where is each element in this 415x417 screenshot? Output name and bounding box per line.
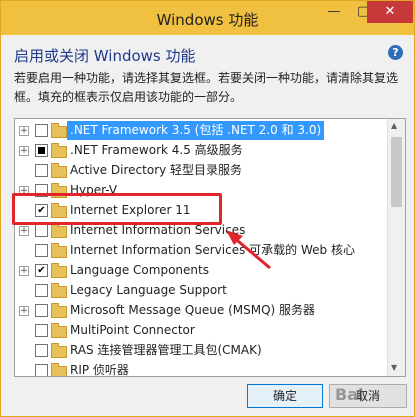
feature-label: .NET Framework 3.5 (包括 .NET 2.0 和 3.0)	[67, 121, 325, 140]
feature-checkbox[interactable]	[35, 124, 48, 137]
feature-checkbox[interactable]	[35, 144, 48, 157]
feature-label: Microsoft Message Queue (MSMQ) 服务器	[70, 303, 316, 317]
feature-checkbox[interactable]	[35, 324, 48, 337]
expand-icon[interactable]: +	[19, 306, 29, 316]
scrollbar-thumb[interactable]	[391, 137, 402, 207]
feature-label: Active Directory 轻型目录服务	[70, 163, 243, 177]
feature-checkbox[interactable]	[35, 224, 48, 237]
scroll-up-icon[interactable]: ▲	[391, 121, 397, 130]
feature-row[interactable]: + .NET Framework 4.5 高级服务	[15, 141, 387, 160]
expand-icon[interactable]: +	[19, 126, 29, 136]
expand-icon[interactable]: +	[19, 266, 29, 276]
feature-row[interactable]: Legacy Language Support	[15, 281, 387, 300]
feature-label: RAS 连接管理器管理工具包(CMAK)	[70, 343, 262, 357]
feature-label: .NET Framework 4.5 高级服务	[70, 143, 243, 157]
feature-label: Legacy Language Support	[70, 283, 227, 297]
close-button[interactable]: ✕	[367, 1, 413, 23]
dialog-description: 若要启用一种功能，请选择其复选框。若要关闭一种功能，请清除其复选框。填充的框表示…	[14, 71, 399, 104]
feature-list[interactable]: ▲ ▼ + .NET Framework 3.5 (包括 .NET 2.0 和 3…	[14, 118, 406, 377]
folder-icon	[51, 263, 67, 278]
feature-row[interactable]: Active Directory 轻型目录服务	[15, 161, 387, 180]
feature-label: MultiPoint Connector	[70, 323, 195, 337]
folder-icon	[51, 223, 67, 238]
folder-icon	[51, 343, 67, 358]
folder-icon	[51, 303, 67, 318]
highlight-box	[12, 193, 222, 225]
dialog-heading: 启用或关闭 Windows 功能	[14, 47, 196, 65]
feature-checkbox[interactable]	[35, 164, 48, 177]
feature-label: RIP 侦听器	[70, 363, 129, 377]
folder-icon	[51, 123, 67, 138]
title-bar[interactable]: Windows 功能 — ▢ ✕	[1, 1, 414, 35]
feature-checkbox[interactable]	[35, 364, 48, 376]
folder-icon	[51, 323, 67, 338]
expand-icon[interactable]: +	[19, 226, 29, 236]
feature-checkbox[interactable]	[35, 344, 48, 357]
folder-icon	[51, 283, 67, 298]
vertical-scrollbar[interactable]: ▲ ▼	[387, 119, 405, 376]
folder-icon	[51, 143, 67, 158]
feature-checkbox[interactable]	[35, 304, 48, 317]
feature-row[interactable]: Internet Information Services 可承载的 Web 核…	[15, 241, 387, 260]
expand-icon[interactable]: +	[19, 146, 29, 156]
feature-row[interactable]: + .NET Framework 3.5 (包括 .NET 2.0 和 3.0)	[15, 121, 387, 140]
feature-label: Language Components	[70, 263, 209, 277]
ok-button[interactable]: 确定	[247, 384, 323, 408]
feature-label: Internet Information Services 可承载的 Web 核…	[70, 243, 355, 257]
feature-row[interactable]: RAS 连接管理器管理工具包(CMAK)	[15, 341, 387, 360]
feature-row[interactable]: MultiPoint Connector	[15, 321, 387, 340]
feature-row[interactable]: + ✔ Language Components	[15, 261, 387, 280]
folder-icon	[51, 243, 67, 258]
scroll-down-icon[interactable]: ▼	[391, 363, 397, 372]
folder-icon	[51, 163, 67, 178]
feature-checkbox[interactable]	[35, 244, 48, 257]
feature-checkbox[interactable]: ✔	[35, 264, 48, 277]
help-icon[interactable]: ?	[388, 45, 403, 60]
feature-row[interactable]: + Microsoft Message Queue (MSMQ) 服务器	[15, 301, 387, 320]
watermark: Bai	[335, 385, 364, 404]
minimize-button[interactable]: —	[319, 1, 349, 23]
feature-checkbox[interactable]	[35, 284, 48, 297]
folder-icon	[51, 363, 67, 376]
feature-row[interactable]: RIP 侦听器	[15, 361, 387, 377]
